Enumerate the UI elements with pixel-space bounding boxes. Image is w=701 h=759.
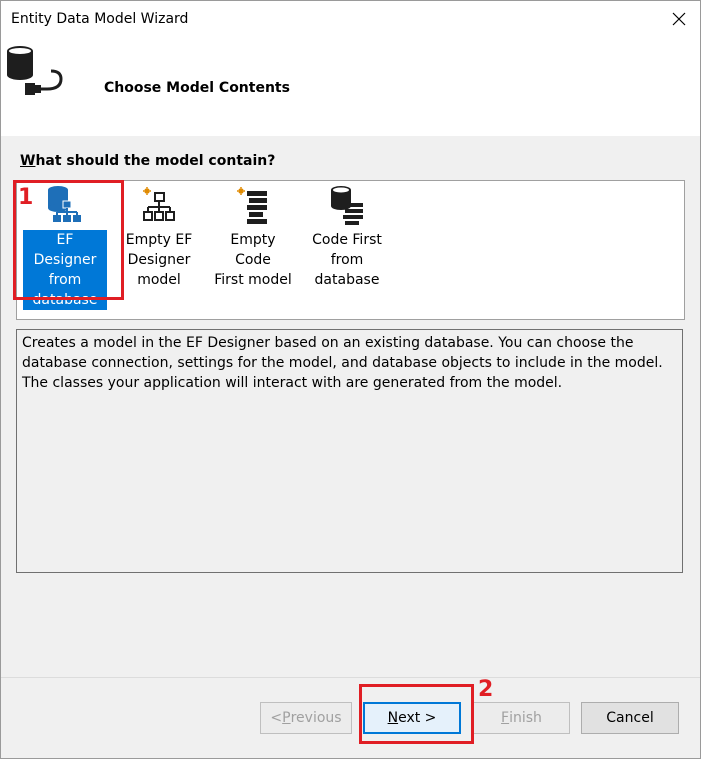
page-title: Choose Model Contents (104, 80, 290, 96)
previous-prefix: < (270, 710, 283, 726)
next-rest: ext > (398, 710, 437, 726)
question-text: hat should the model contain? (35, 153, 276, 169)
title-bar: Entity Data Model Wizard (1, 1, 700, 39)
description-panel: Creates a model in the EF Designer based… (16, 329, 683, 573)
window-title: Entity Data Model Wizard (11, 11, 189, 27)
next-button[interactable]: Next > (363, 702, 461, 734)
option-label: EF Designer from database (23, 230, 107, 310)
footer-divider (1, 677, 700, 678)
empty-code-first-icon (237, 187, 267, 224)
cancel-button[interactable]: Cancel (581, 702, 679, 734)
option-label: Code First from database (312, 232, 382, 288)
previous-rest: revious (290, 710, 342, 726)
finish-mnemonic: F (501, 710, 510, 726)
close-icon (672, 12, 686, 26)
close-button[interactable] (666, 6, 692, 32)
wizard-header: Choose Model Contents (1, 39, 700, 136)
finish-button[interactable]: Finish (473, 702, 570, 734)
model-contents-question: What should the model contain? (20, 153, 275, 169)
option-label: Empty Code First model (214, 232, 292, 288)
option-empty-code-first-model[interactable]: Empty Code First model (211, 181, 295, 290)
question-mnemonic: W (20, 153, 36, 169)
annotation-number-1: 1 (18, 185, 34, 210)
finish-rest: inish (509, 710, 542, 726)
empty-ef-designer-icon (143, 187, 175, 221)
cancel-label: Cancel (606, 710, 654, 726)
option-label: Empty EF Designer model (125, 232, 193, 288)
option-ef-designer-from-database[interactable]: EF Designer from database (23, 181, 107, 310)
previous-button[interactable]: < Previous (260, 702, 352, 734)
ef-designer-database-icon (48, 186, 81, 222)
code-first-database-icon (331, 186, 363, 225)
database-plug-icon (7, 46, 63, 95)
option-code-first-from-database[interactable]: Code First from database (305, 181, 389, 290)
annotation-number-2: 2 (478, 677, 494, 702)
model-type-list[interactable]: EF Designer from database Empty EF Desig… (16, 180, 685, 320)
option-empty-ef-designer-model[interactable]: Empty EF Designer model (117, 181, 201, 290)
description-text: Creates a model in the EF Designer based… (22, 335, 663, 391)
wizard-window: Entity Data Model Wizard Choose Model Co… (0, 0, 701, 759)
next-mnemonic: N (387, 710, 399, 726)
previous-mnemonic: P (282, 710, 291, 726)
